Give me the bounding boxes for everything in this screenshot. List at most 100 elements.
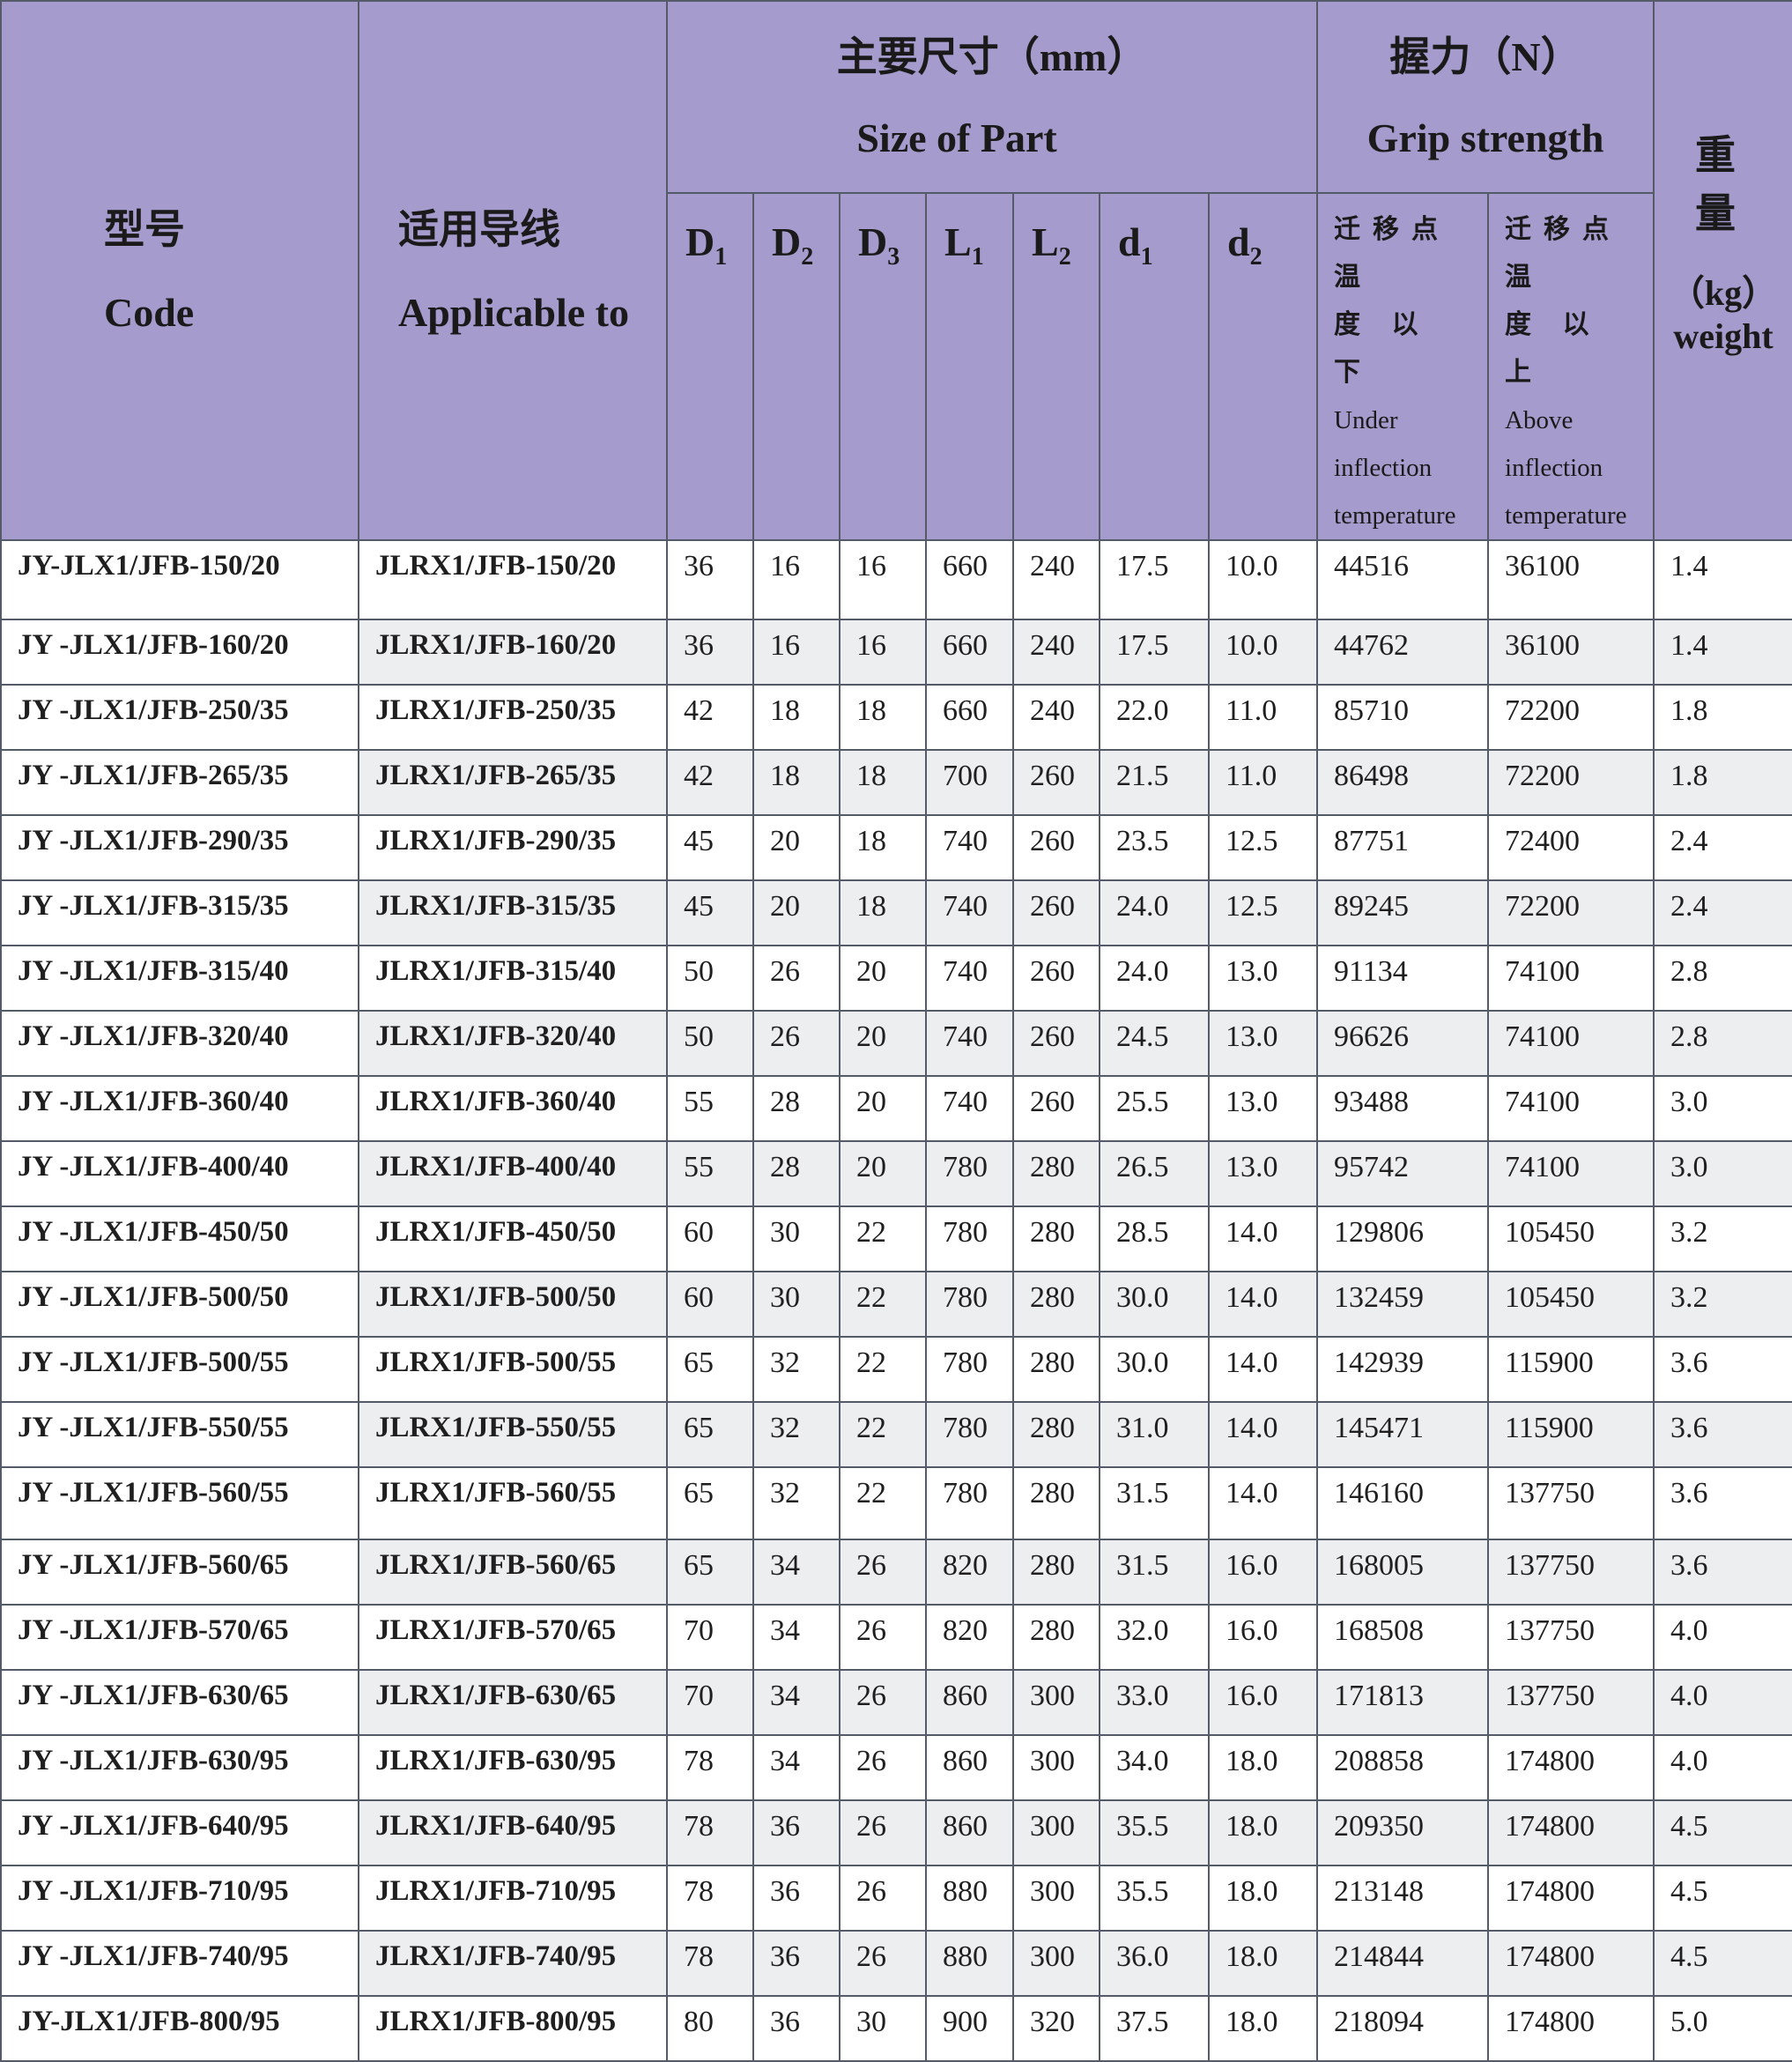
cell-code: JY -JLX1/JFB-160/20 [0, 619, 359, 686]
cell-value: 3.6 [1653, 1401, 1792, 1468]
cell-value: 30 [752, 1271, 840, 1338]
cell-value: 880 [925, 1865, 1014, 1932]
header-applicable-en: Applicable to [398, 289, 629, 335]
cell-value: 280 [1012, 1401, 1100, 1468]
cell-value: 72200 [1487, 684, 1655, 751]
cell-value: 240 [1012, 539, 1100, 620]
cell-value: 24.5 [1099, 1010, 1210, 1077]
cell-applicable: JLRX1/JFB-550/55 [358, 1401, 668, 1468]
cell-value: 174800 [1487, 1865, 1655, 1932]
cell-value: 280 [1012, 1604, 1100, 1671]
cell-value: 65 [666, 1401, 754, 1468]
above-cn-2: 度 以 上 [1505, 310, 1602, 387]
table-row: JY-JLX1/JFB-800/95 JLRX1/JFB-800/95 80 36 30… [0, 1995, 1792, 2062]
table-row: JY -JLX1/JFB-630/65 JLRX1/JFB-630/65 70 34 2… [0, 1669, 1792, 1736]
table-row: JY -JLX1/JFB-500/50 JLRX1/JFB-500/50 60 30 2… [0, 1271, 1792, 1338]
cell-code: JY -JLX1/JFB-315/40 [0, 945, 359, 1012]
cell-value: 93488 [1316, 1075, 1490, 1142]
cell-value: 32 [752, 1466, 840, 1540]
cell-value: 4.0 [1653, 1734, 1792, 1801]
cell-value: 137750 [1487, 1466, 1655, 1540]
cell-value: 28 [752, 1140, 840, 1207]
cell-value: 24.0 [1099, 945, 1210, 1012]
cell-applicable: JLRX1/JFB-150/20 [358, 539, 668, 620]
cell-value: 13.0 [1207, 1140, 1319, 1207]
cell-value: 31.5 [1099, 1466, 1210, 1540]
cell-value: 880 [925, 1930, 1014, 1997]
cell-value: 78 [666, 1734, 754, 1801]
cell-code: JY -JLX1/JFB-640/95 [0, 1799, 359, 1866]
cell-value: 17.5 [1099, 619, 1210, 686]
cell-value: 740 [925, 1075, 1014, 1142]
cell-value: 168005 [1316, 1539, 1490, 1606]
cell-value: 1.4 [1653, 619, 1792, 686]
cell-value: 74100 [1487, 1010, 1655, 1077]
cell-value: 14.0 [1207, 1205, 1319, 1272]
cell-value: 26 [752, 945, 840, 1012]
cell-value: 174800 [1487, 1799, 1655, 1866]
cell-value: 74100 [1487, 945, 1655, 1012]
cell-value: 18 [839, 749, 927, 816]
table-row: JY -JLX1/JFB-315/35 JLRX1/JFB-315/35 45 20 1… [0, 879, 1792, 946]
cell-value: 280 [1012, 1140, 1100, 1207]
cell-value: 780 [925, 1401, 1014, 1468]
cell-code: JY -JLX1/JFB-400/40 [0, 1140, 359, 1207]
cell-value: 260 [1012, 945, 1100, 1012]
table-row: JY -JLX1/JFB-250/35 JLRX1/JFB-250/35 42 18 1… [0, 684, 1792, 751]
cell-value: 11.0 [1207, 684, 1319, 751]
cell-value: 13.0 [1207, 1010, 1319, 1077]
cell-value: 14.0 [1207, 1401, 1319, 1468]
cell-value: 3.0 [1653, 1075, 1792, 1142]
cell-value: 3.2 [1653, 1205, 1792, 1272]
cell-code: JY -JLX1/JFB-290/35 [0, 814, 359, 881]
cell-value: 45 [666, 879, 754, 946]
cell-value: 14.0 [1207, 1271, 1319, 1338]
cell-value: 26 [839, 1734, 927, 1801]
header-dim-L1: L1 [925, 192, 1014, 541]
cell-value: 300 [1012, 1865, 1100, 1932]
cell-applicable: JLRX1/JFB-630/95 [358, 1734, 668, 1801]
cell-value: 32 [752, 1336, 840, 1403]
cell-value: 26.5 [1099, 1140, 1210, 1207]
header-grip-under: 迁移点温 度 以 下 Under inflection temperature [1316, 192, 1490, 541]
cell-value: 2.8 [1653, 945, 1792, 1012]
cell-applicable: JLRX1/JFB-265/35 [358, 749, 668, 816]
cell-value: 16 [839, 619, 927, 686]
cell-code: JY -JLX1/JFB-500/50 [0, 1271, 359, 1338]
cell-value: 36100 [1487, 619, 1655, 686]
cell-value: 16.0 [1207, 1604, 1319, 1671]
cell-value: 20 [752, 814, 840, 881]
cell-value: 32 [752, 1401, 840, 1468]
cell-value: 91134 [1316, 945, 1490, 1012]
cell-value: 28.5 [1099, 1205, 1210, 1272]
cell-value: 105450 [1487, 1271, 1655, 1338]
cell-value: 18.0 [1207, 1865, 1319, 1932]
cell-value: 20 [752, 879, 840, 946]
cell-value: 13.0 [1207, 945, 1319, 1012]
cell-value: 16 [839, 539, 927, 620]
cell-value: 37.5 [1099, 1995, 1210, 2062]
cell-value: 95742 [1316, 1140, 1490, 1207]
cell-value: 780 [925, 1140, 1014, 1207]
cell-value: 18 [752, 749, 840, 816]
cell-value: 36100 [1487, 539, 1655, 620]
cell-value: 10.0 [1207, 619, 1319, 686]
cell-applicable: JLRX1/JFB-570/65 [358, 1604, 668, 1671]
cell-value: 260 [1012, 1010, 1100, 1077]
header-grip-above: 迁移点温 度 以 上 Above inflection temperature [1487, 192, 1655, 541]
cell-value: 820 [925, 1604, 1014, 1671]
cell-value: 820 [925, 1539, 1014, 1606]
cell-value: 72400 [1487, 814, 1655, 881]
cell-value: 20 [839, 1075, 927, 1142]
cell-applicable: JLRX1/JFB-710/95 [358, 1865, 668, 1932]
cell-applicable: JLRX1/JFB-450/50 [358, 1205, 668, 1272]
cell-code: JY -JLX1/JFB-265/35 [0, 749, 359, 816]
cell-value: 34 [752, 1669, 840, 1736]
cell-value: 171813 [1316, 1669, 1490, 1736]
cell-applicable: JLRX1/JFB-560/65 [358, 1539, 668, 1606]
cell-value: 26 [839, 1669, 927, 1736]
cell-value: 174800 [1487, 1995, 1655, 2062]
cell-value: 129806 [1316, 1205, 1490, 1272]
cell-value: 35.5 [1099, 1865, 1210, 1932]
cell-value: 240 [1012, 684, 1100, 751]
